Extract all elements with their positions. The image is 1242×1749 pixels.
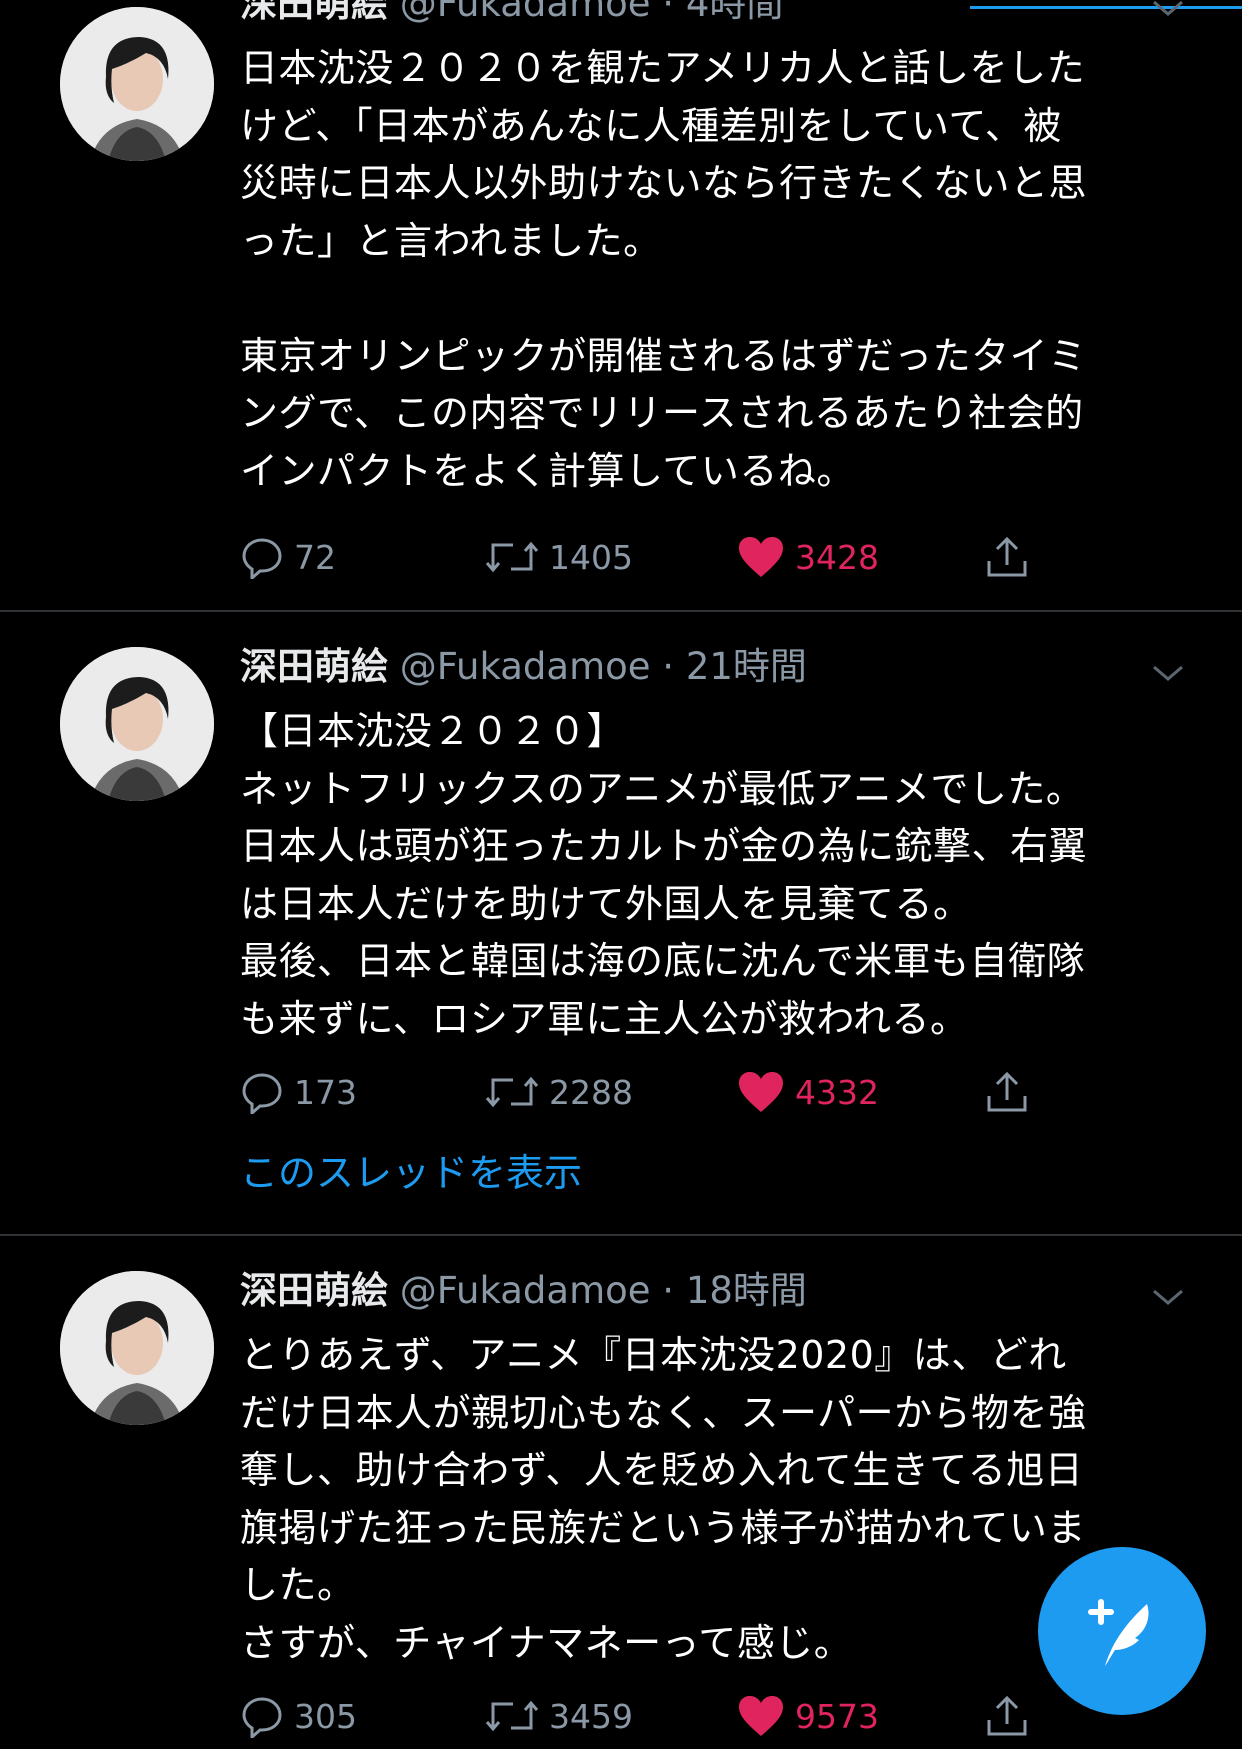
share-icon bbox=[987, 1071, 1027, 1112]
compose-tweet-button[interactable] bbox=[1038, 1547, 1206, 1715]
retweet-count: 2288 bbox=[549, 1072, 633, 1112]
author-name[interactable]: 深田萌絵 bbox=[240, 1269, 388, 1312]
separator-dot: · bbox=[650, 0, 686, 25]
tweet-text: とりあえず、アニメ『日本沈没2020』は、どれ だけ日本人が親切心もなく、スーパ… bbox=[240, 1333, 1087, 1665]
reply-count: 173 bbox=[294, 1072, 357, 1112]
author-name[interactable]: 深田萌絵 bbox=[240, 645, 388, 688]
share-button[interactable] bbox=[985, 532, 1039, 582]
reply-button[interactable]: 173 bbox=[240, 1067, 357, 1117]
retweet-button[interactable]: 1405 bbox=[485, 532, 633, 582]
like-button[interactable]: 4332 bbox=[737, 1067, 879, 1117]
share-icon bbox=[987, 1695, 1027, 1736]
retweet-count: 1405 bbox=[549, 537, 633, 577]
timestamp[interactable]: 21時間 bbox=[686, 645, 807, 688]
scroll-indicator bbox=[970, 6, 1242, 9]
timestamp[interactable]: 4時間 bbox=[686, 0, 784, 25]
tweet-divider bbox=[0, 610, 1242, 612]
separator-dot: · bbox=[650, 645, 686, 688]
retweet-button[interactable]: 3459 bbox=[485, 1691, 633, 1741]
retweet-count: 3459 bbox=[549, 1696, 633, 1736]
heart-icon bbox=[739, 1072, 783, 1112]
tweet-text: 【日本沈没２０２０】 ネットフリックスのアニメが最低アニメでした。 日本人は頭が… bbox=[240, 709, 1088, 1041]
tweet-divider bbox=[0, 1234, 1242, 1236]
author-name[interactable]: 深田萌絵 bbox=[240, 0, 388, 25]
like-button[interactable]: 3428 bbox=[737, 532, 879, 582]
heart-icon bbox=[739, 1696, 783, 1736]
retweet-icon bbox=[485, 541, 539, 573]
chevron-down-icon[interactable] bbox=[1150, 661, 1186, 685]
like-count: 3428 bbox=[795, 537, 879, 577]
tweet-actions: 173 2288 4332 bbox=[240, 1067, 1040, 1117]
reply-icon bbox=[242, 538, 282, 579]
share-button[interactable] bbox=[985, 1067, 1039, 1117]
chevron-down-icon[interactable] bbox=[1150, 1285, 1186, 1309]
show-thread-link[interactable]: このスレッドを表示 bbox=[240, 1142, 582, 1197]
retweet-icon bbox=[485, 1076, 539, 1108]
tweet-header: 深田萌絵 @Fukadamoe · 18時間 bbox=[240, 1269, 807, 1313]
like-button[interactable]: 9573 bbox=[737, 1691, 879, 1741]
tweet-text: 日本沈没２０２０を観たアメリカ人と話しをした けど、「日本があんなに人種差別をし… bbox=[240, 46, 1088, 493]
author-handle[interactable]: @Fukadamoe bbox=[400, 1269, 651, 1312]
tweet-header: 深田萌絵 @Fukadamoe · 21時間 bbox=[240, 645, 807, 689]
reply-button[interactable]: 305 bbox=[240, 1691, 357, 1741]
author-handle[interactable]: @Fukadamoe bbox=[400, 0, 651, 25]
avatar[interactable] bbox=[60, 7, 214, 161]
reply-icon bbox=[242, 1073, 282, 1114]
separator-dot: · bbox=[650, 1269, 686, 1312]
like-count: 9573 bbox=[795, 1696, 879, 1736]
timestamp[interactable]: 18時間 bbox=[686, 1269, 807, 1312]
reply-count: 72 bbox=[294, 537, 336, 577]
retweet-icon bbox=[485, 1700, 539, 1732]
heart-icon bbox=[739, 537, 783, 577]
avatar[interactable] bbox=[60, 647, 214, 801]
retweet-button[interactable]: 2288 bbox=[485, 1067, 633, 1117]
share-icon bbox=[987, 536, 1027, 577]
like-count: 4332 bbox=[795, 1072, 879, 1112]
reply-button[interactable]: 72 bbox=[240, 532, 336, 582]
tweet-actions: 305 3459 9573 bbox=[240, 1691, 1040, 1741]
compose-tweet-icon bbox=[1088, 1599, 1149, 1666]
reply-count: 305 bbox=[294, 1696, 357, 1736]
tweet-header: 深田萌絵 @Fukadamoe · 4時間 bbox=[240, 0, 783, 26]
avatar[interactable] bbox=[60, 1271, 214, 1425]
chevron-down-icon[interactable] bbox=[1150, 0, 1186, 20]
tweet-actions: 72 1405 3428 bbox=[240, 532, 1040, 582]
share-button[interactable] bbox=[985, 1691, 1039, 1741]
reply-icon bbox=[242, 1697, 282, 1738]
author-handle[interactable]: @Fukadamoe bbox=[400, 645, 651, 688]
